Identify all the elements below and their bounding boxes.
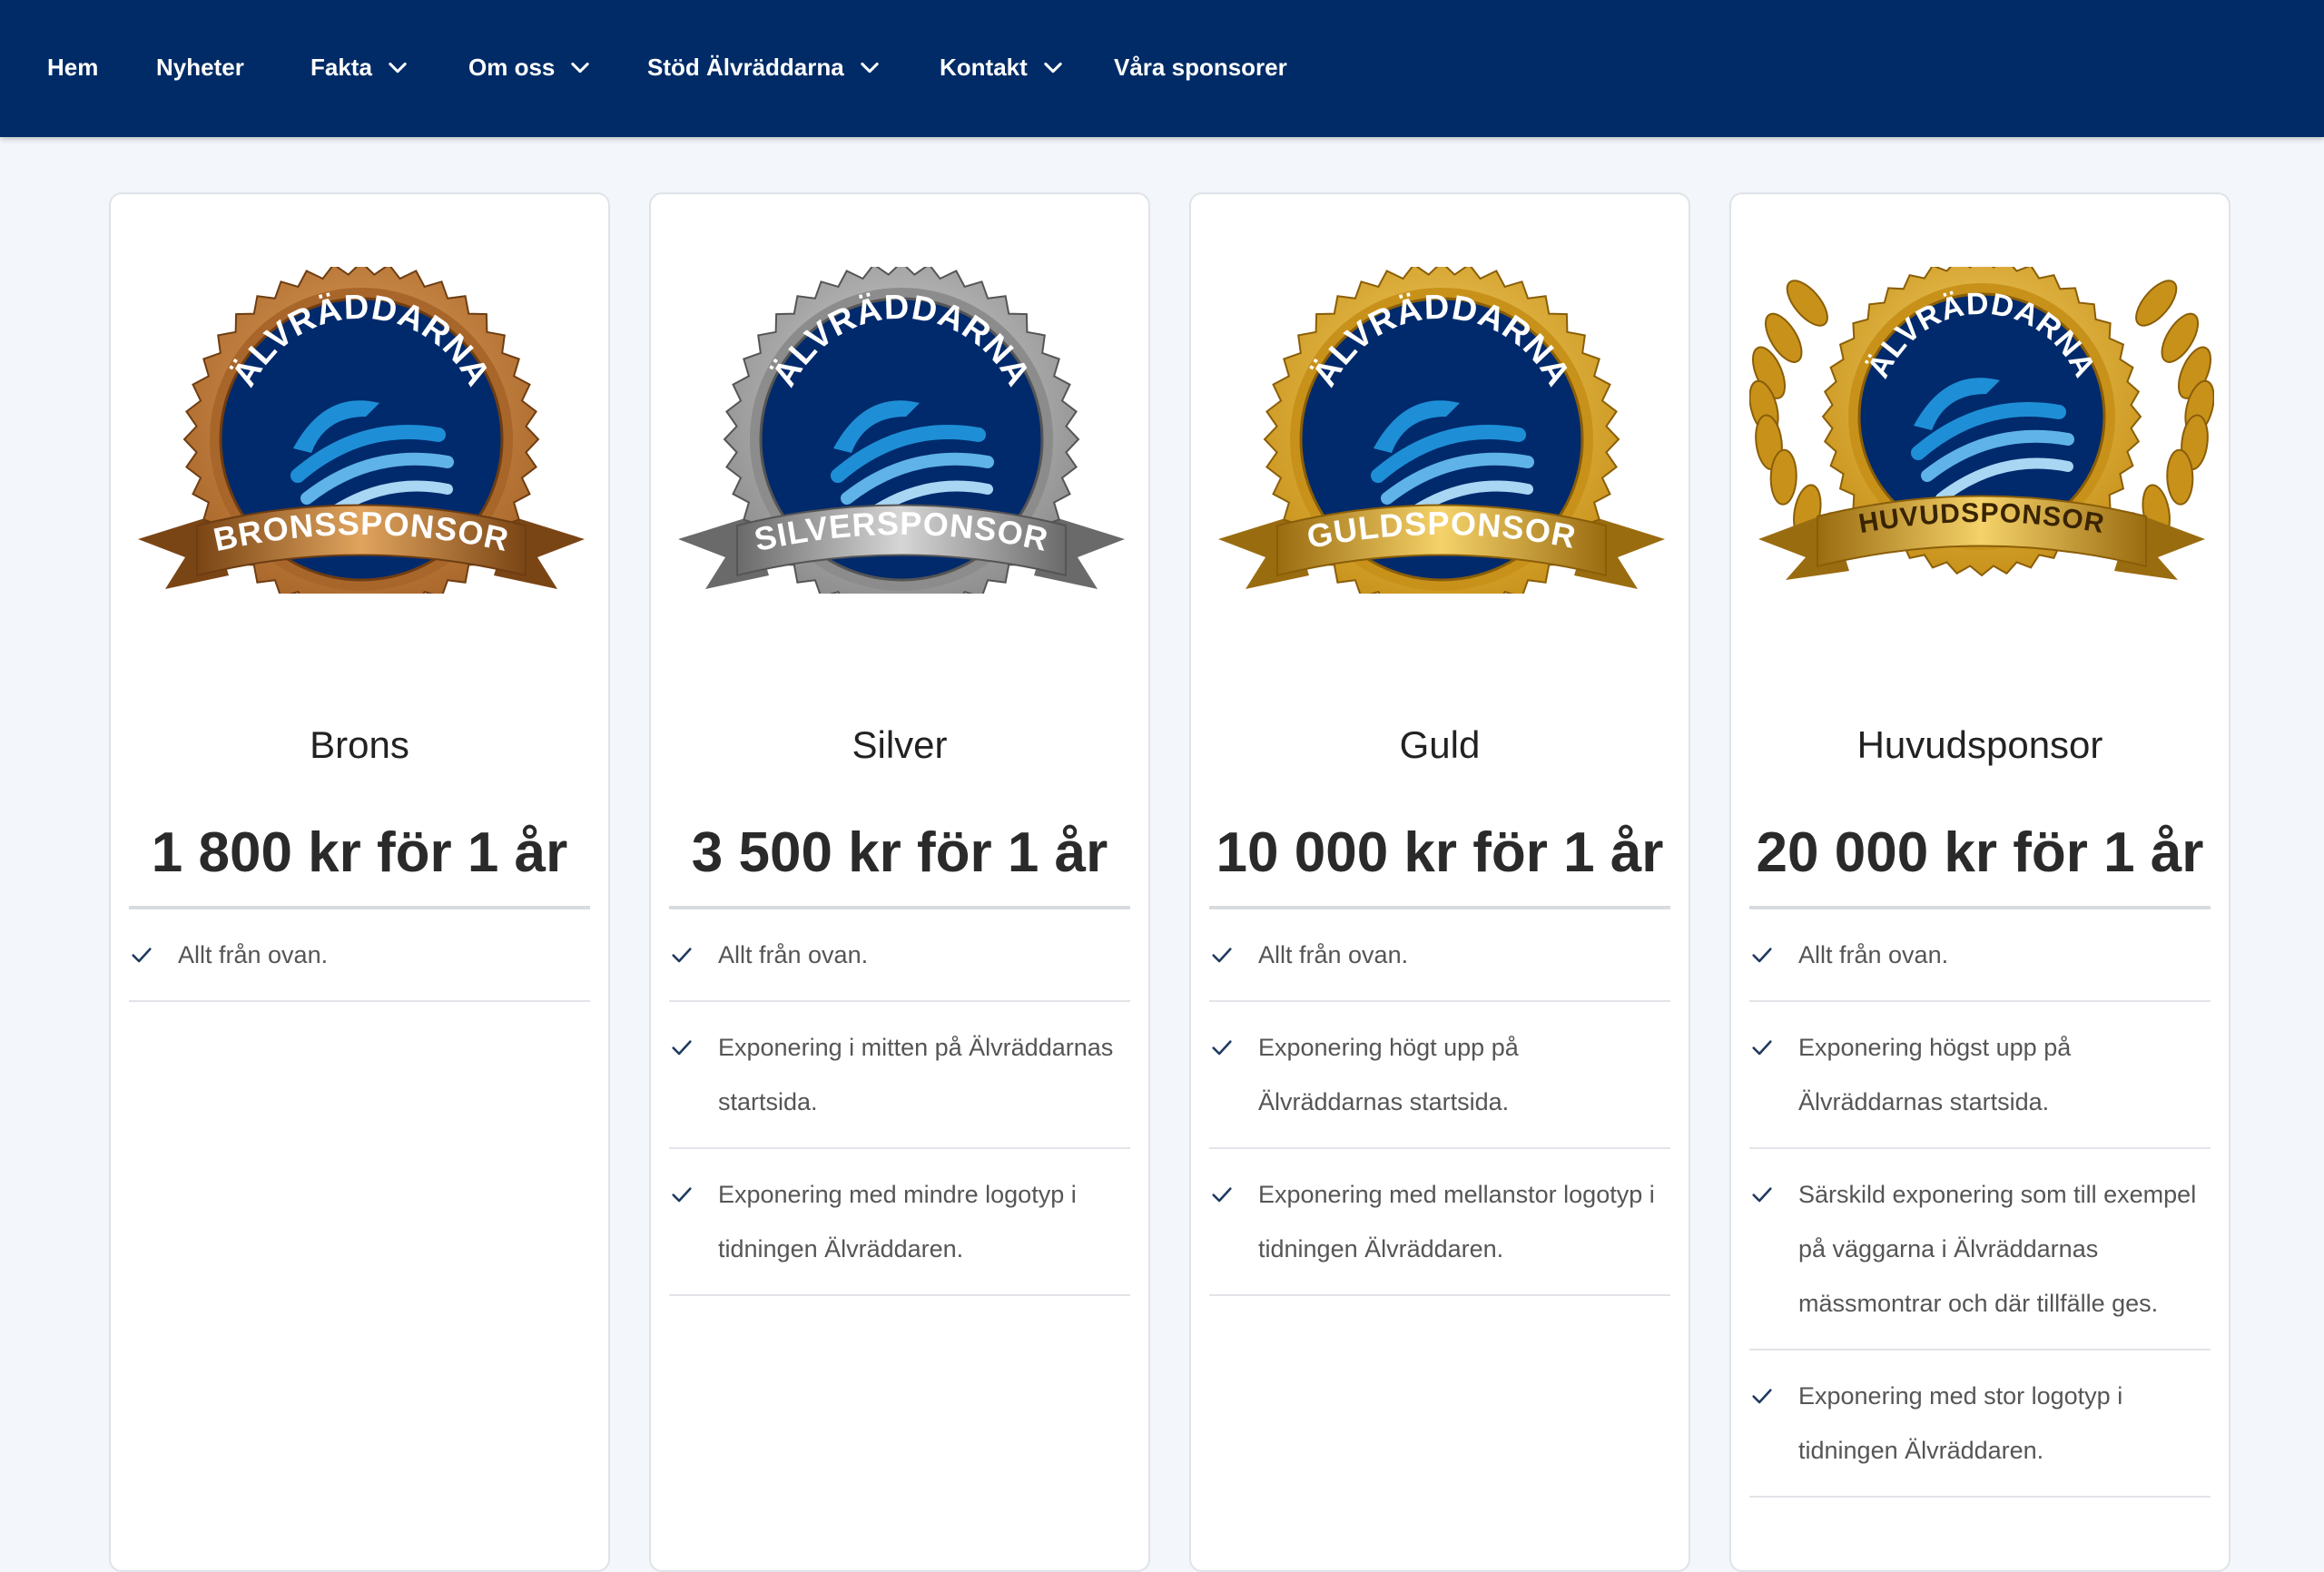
feature-text: Exponering med mindre logotyp i tidninge…: [718, 1181, 1077, 1263]
bronze-sponsor-badge: ÄLVRÄDDARNABRONSSPONSOR: [138, 267, 585, 594]
check-icon: [672, 1187, 692, 1203]
nav-item-stod-alvraddarna[interactable]: Stöd Älvräddarna: [647, 47, 882, 87]
chevron-down-icon: [389, 62, 407, 74]
feature-list: Allt från ovan. Exponering i mitten på Äl…: [669, 909, 1130, 1296]
feature-item: Särskild exponering som till exempel på …: [1749, 1149, 2211, 1351]
tier-name: Silver: [852, 723, 948, 766]
gold-sponsor-badge: ÄLVRÄDDARNAGULDSPONSOR: [1218, 267, 1665, 594]
chevron-down-icon: [861, 62, 879, 74]
nav-item-kontakt[interactable]: Kontakt: [940, 47, 1066, 87]
feature-item: Exponering i mitten på Älvräddarnas star…: [669, 1002, 1130, 1149]
tier-name: Brons: [310, 723, 409, 766]
gold-sponsor-badge: ÄLVRÄDDARNAHUVUDSPONSOR: [1749, 267, 2214, 580]
check-icon: [1212, 948, 1232, 963]
feature-list: Allt från ovan.: [129, 909, 590, 1002]
sponsor-card-silver: ÄLVRÄDDARNA SILVERSPONSOR Silver 3 500 kr f…: [649, 192, 1150, 1572]
check-icon: [1752, 1187, 1772, 1203]
feature-text: Exponering högst upp på Älvräddarnas sta…: [1798, 1034, 2072, 1115]
nav-item-fakta[interactable]: Fakta: [310, 47, 410, 87]
feature-text: Allt från ovan.: [178, 941, 329, 968]
sponsor-card-guld: ÄLVRÄDDARNA GULDSPONSOR Guld 10 000 kr för …: [1189, 192, 1690, 1572]
nav-item-label: Nyheter: [156, 53, 244, 81]
feature-text: Exponering i mitten på Älvräddarnas star…: [718, 1034, 1114, 1115]
check-icon: [672, 948, 692, 963]
check-icon: [1752, 948, 1772, 963]
feature-text: Allt från ovan.: [718, 941, 869, 968]
check-icon: [1752, 1389, 1772, 1404]
feature-text: Allt från ovan.: [1258, 941, 1409, 968]
check-icon: [672, 1040, 692, 1056]
feature-item: Allt från ovan.: [1749, 909, 2211, 1002]
nav-item-label: Hem: [47, 53, 99, 81]
tier-price: 20 000 kr för 1 år: [1756, 821, 2204, 884]
silver-sponsor-badge: ÄLVRÄDDARNASILVERSPONSOR: [678, 267, 1125, 594]
nav-item-om-oss[interactable]: Om oss: [468, 47, 593, 87]
chevron-down-icon: [571, 62, 590, 74]
feature-item: Allt från ovan.: [669, 909, 1130, 1002]
feature-item: Exponering med mellanstor logotyp i tidn…: [1209, 1149, 1670, 1296]
feature-list: Allt från ovan. Exponering högst upp på Ä…: [1749, 909, 2211, 1498]
nav-item-label: Våra sponsorer: [1114, 53, 1287, 81]
check-icon: [1212, 1040, 1232, 1056]
tier-price: 1 800 kr för 1 år: [151, 821, 568, 884]
feature-item: Allt från ovan.: [1209, 909, 1670, 1002]
nav-item-nyheter[interactable]: Nyheter: [156, 47, 244, 87]
check-icon: [1212, 1187, 1232, 1203]
check-icon: [132, 948, 152, 963]
nav-item-label: Fakta: [310, 53, 372, 81]
sponsor-card-huvudsponsor: ÄLVRÄDDARNA HUVUDSPONSOR Huvudsponsor 20 00…: [1729, 192, 2230, 1572]
feature-item: Exponering högst upp på Älvräddarnas sta…: [1749, 1002, 2211, 1149]
feature-item: Exponering högt upp på Älvräddarnas star…: [1209, 1002, 1670, 1149]
check-icon: [1752, 1040, 1772, 1056]
feature-item: Exponering med mindre logotyp i tidninge…: [669, 1149, 1130, 1296]
nav-item-label: Om oss: [468, 53, 556, 81]
nav-item-vara-sponsorer[interactable]: Våra sponsorer: [1114, 47, 1287, 87]
feature-item: Allt från ovan.: [129, 909, 590, 1002]
feature-text: Särskild exponering som till exempel på …: [1798, 1181, 2197, 1317]
feature-text: Exponering med mellanstor logotyp i tidn…: [1258, 1181, 1655, 1263]
feature-text: Exponering högt upp på Älvräddarnas star…: [1258, 1034, 1519, 1115]
nav-item-label: Kontakt: [940, 53, 1028, 81]
tier-price: 10 000 kr för 1 år: [1216, 821, 1664, 884]
feature-text: Exponering med stor logotyp i tidningen …: [1798, 1382, 2123, 1464]
chevron-down-icon: [1044, 62, 1062, 74]
feature-list: Allt från ovan. Exponering högt upp på Äl…: [1209, 909, 1670, 1296]
nav-item-hem[interactable]: Hem: [47, 47, 98, 87]
sponsor-card-brons: ÄLVRÄDDARNA BRONSSPONSOR Brons 1 800 kr för…: [109, 192, 610, 1572]
top-navigation: Hem Nyheter Fakta Om oss Stöd Älvräddarn…: [0, 0, 2324, 137]
nav-item-label: Stöd Älvräddarna: [647, 53, 844, 81]
tier-name: Huvudsponsor: [1856, 723, 2103, 766]
feature-text: Allt från ovan.: [1798, 941, 1949, 968]
tier-name: Guld: [1399, 723, 1481, 766]
tier-price: 3 500 kr för 1 år: [691, 821, 1108, 884]
feature-item: Exponering med stor logotyp i tidningen …: [1749, 1351, 2211, 1498]
